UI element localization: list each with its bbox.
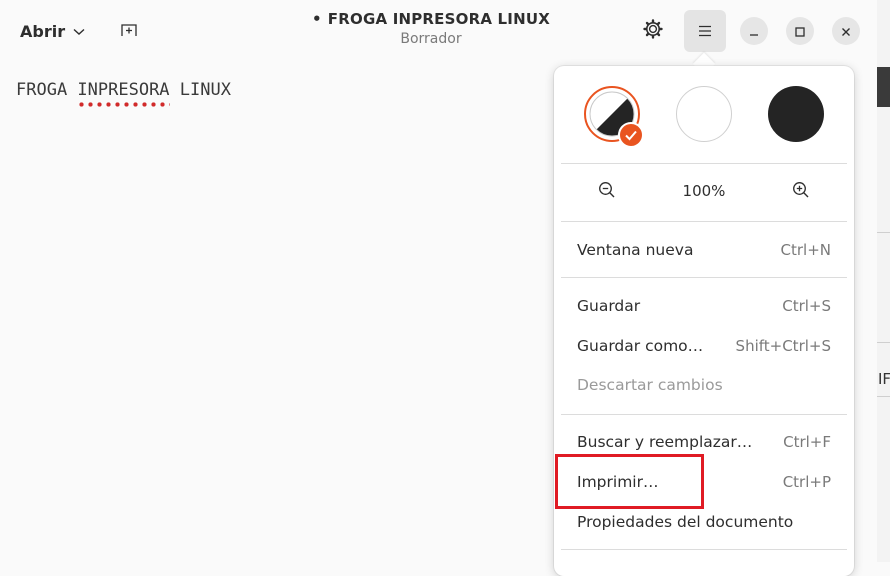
annotation-highlight-box <box>555 454 704 509</box>
menu-item-label: Buscar y reemplazar… <box>577 433 753 451</box>
style-dark-swatch[interactable] <box>768 86 824 142</box>
zoom-out-icon <box>598 181 616 203</box>
background-divider <box>877 232 890 233</box>
document-title-text: FROGA INPRESORA LINUX <box>327 10 550 28</box>
menu-item-shortcut: Ctrl+N <box>780 241 831 259</box>
window-title-area: • FROGA INPRESORA LINUX Borrador <box>300 10 562 47</box>
text-segment: FROGA <box>16 80 78 100</box>
menu-item-shortcut: Shift+Ctrl+S <box>735 337 831 355</box>
menu-item-label: Guardar <box>577 297 641 315</box>
style-light-swatch[interactable] <box>676 86 732 142</box>
main-menu-button[interactable] <box>684 10 726 52</box>
close-button[interactable] <box>832 17 860 45</box>
zoom-level-button[interactable]: 100% <box>664 182 744 200</box>
menu-item-label: Ventana nueva <box>577 241 694 259</box>
document-settings-button[interactable] <box>636 14 670 48</box>
header-bar: Abrir • FROGA INPRESORA LINUX Borrador <box>0 0 877 62</box>
document-text-line: FROGA INPRESORA LINUX <box>16 80 231 100</box>
zoom-in-button[interactable] <box>788 179 814 205</box>
background-window-fragment: IF <box>877 0 890 562</box>
menu-item-label: Guardar como… <box>577 337 704 355</box>
document-subtitle: Borrador <box>400 31 462 47</box>
menu-item-discard-changes: Descartar cambios <box>561 366 847 404</box>
selected-check-icon <box>618 122 644 148</box>
maximize-icon <box>795 22 805 41</box>
menu-separator <box>561 221 847 222</box>
chevron-down-icon <box>73 25 85 39</box>
menu-separator <box>561 414 847 415</box>
misspelled-word[interactable]: INPRESORA <box>77 80 169 100</box>
close-icon <box>841 22 851 41</box>
background-divider <box>877 396 890 397</box>
menu-item-new-window[interactable]: Ventana nueva Ctrl+N <box>561 231 847 269</box>
zoom-in-icon <box>792 181 810 203</box>
gear-icon <box>643 19 663 43</box>
background-dark-strip <box>877 67 890 107</box>
menu-item-shortcut: Ctrl+S <box>782 297 831 315</box>
modified-indicator: • <box>312 10 322 28</box>
background-text-fragment: IF <box>878 370 890 388</box>
menu-item-label: Descartar cambios <box>577 376 723 394</box>
text-segment: LINUX <box>169 80 231 100</box>
background-divider <box>877 342 890 343</box>
new-tab-button[interactable] <box>112 14 146 48</box>
style-scheme-selector <box>554 66 854 163</box>
new-tab-icon <box>120 21 138 41</box>
menu-item-shortcut: Ctrl+P <box>782 473 831 491</box>
menu-item-save[interactable]: Guardar Ctrl+S <box>561 287 847 325</box>
minimize-icon <box>749 22 759 41</box>
open-button[interactable]: Abrir <box>10 14 95 48</box>
minimize-button[interactable] <box>740 17 768 45</box>
maximize-button[interactable] <box>786 17 814 45</box>
zoom-controls: 100% <box>554 164 854 220</box>
menu-item-label: Propiedades del documento <box>577 513 794 531</box>
hamburger-menu-icon <box>698 22 712 41</box>
zoom-out-button[interactable] <box>594 179 620 205</box>
menu-item-save-as[interactable]: Guardar como… Shift+Ctrl+S <box>561 327 847 365</box>
document-title: • FROGA INPRESORA LINUX <box>300 10 562 28</box>
menu-separator <box>561 549 847 550</box>
open-button-label: Abrir <box>20 21 66 41</box>
menu-separator <box>561 277 847 278</box>
menu-item-shortcut: Ctrl+F <box>783 433 831 451</box>
